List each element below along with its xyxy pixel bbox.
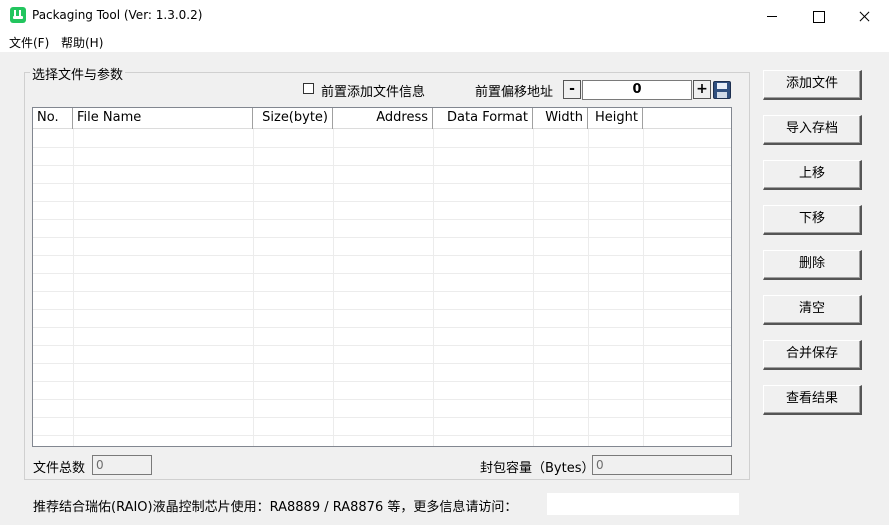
grid-line [33, 183, 731, 184]
merge-save-button[interactable]: 合并保存 [763, 340, 862, 370]
menu-help[interactable]: 帮助(H) [61, 34, 103, 51]
menu-file[interactable]: 文件(F) [9, 34, 49, 51]
grid-line [33, 345, 731, 346]
grid-line [33, 417, 731, 418]
capacity-field: 0 [592, 455, 732, 475]
grid-line [33, 165, 731, 166]
clear-button[interactable]: 清空 [763, 295, 862, 325]
prepend-file-info-checkbox[interactable] [303, 83, 314, 94]
footer-recommendation-text: 推荐结合瑞佑(RAIO)液晶控制芯片使用：RA8889 / RA8876 等，更… [33, 500, 518, 515]
close-icon[interactable] [841, 0, 887, 32]
column-height[interactable]: Height [588, 108, 643, 129]
view-result-button[interactable]: 查看结果 [763, 385, 862, 415]
prepend-file-info-label: 前置添加文件信息 [321, 85, 426, 100]
file-count-label: 文件总数 [33, 461, 86, 476]
grid-line [33, 237, 731, 238]
grid-line [33, 435, 731, 436]
file-list-table[interactable]: No. File Name Size(byte) Address Data Fo… [32, 107, 732, 447]
grid-line [33, 219, 731, 220]
table-header: No. File Name Size(byte) Address Data Fo… [33, 108, 731, 129]
menu-bar: 文件(F) 帮助(H) [0, 32, 889, 52]
minimize-icon[interactable] [749, 0, 795, 32]
column-size[interactable]: Size(byte) [253, 108, 333, 129]
grid-line [33, 309, 731, 310]
footer-link-field[interactable] [547, 493, 739, 515]
import-archive-button[interactable]: 导入存档 [763, 115, 862, 145]
grid-line [33, 291, 731, 292]
offset-decrement-button[interactable]: - [563, 80, 581, 99]
column-width[interactable]: Width [533, 108, 588, 129]
grid-line [33, 201, 731, 202]
column-file-name[interactable]: File Name [73, 108, 253, 129]
maximize-icon[interactable] [795, 0, 841, 32]
grid-line [33, 363, 731, 364]
column-data-format[interactable]: Data Format [433, 108, 533, 129]
window-title: Packaging Tool (Ver: 1.3.0.2) [32, 8, 203, 22]
offset-address-label: 前置偏移地址 [475, 85, 554, 100]
add-file-button[interactable]: 添加文件 [763, 70, 862, 100]
grid-line [33, 399, 731, 400]
move-up-button[interactable]: 上移 [763, 160, 862, 190]
file-count-field: 0 [92, 455, 152, 475]
capacity-label: 封包容量（Bytes） [480, 461, 595, 476]
offset-increment-button[interactable]: + [693, 80, 711, 99]
grid-line [33, 327, 731, 328]
app-icon [10, 7, 26, 23]
column-no[interactable]: No. [33, 108, 73, 129]
delete-button[interactable]: 删除 [763, 250, 862, 280]
offset-address-input[interactable]: 0 [582, 80, 692, 100]
grid-line [33, 147, 731, 148]
grid-line [33, 255, 731, 256]
group-title: 选择文件与参数 [30, 64, 126, 83]
move-down-button[interactable]: 下移 [763, 205, 862, 235]
grid-line [33, 381, 731, 382]
title-bar: Packaging Tool (Ver: 1.3.0.2) [0, 0, 889, 32]
grid-line [33, 273, 731, 274]
floppy-disk-icon[interactable] [713, 81, 731, 99]
column-address[interactable]: Address [333, 108, 433, 129]
